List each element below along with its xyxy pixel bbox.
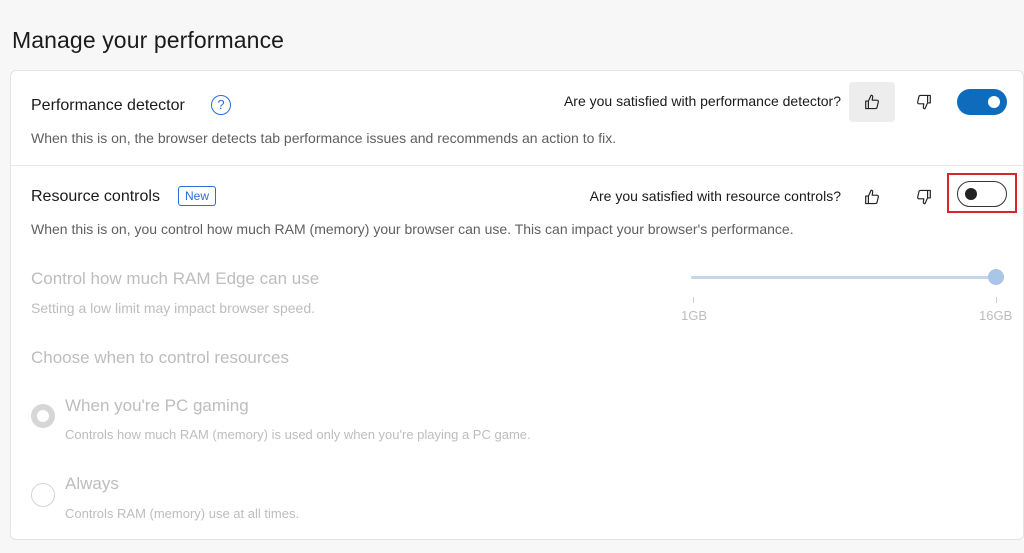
slider-tick-min — [693, 297, 694, 303]
when-control-title: Choose when to control resources — [31, 348, 289, 367]
performance-detector-description: When this is on, the browser detects tab… — [31, 130, 617, 146]
resource-controls-feedback-question: Are you satisfied with resource controls… — [589, 188, 841, 204]
radio-pc-gaming[interactable] — [31, 404, 55, 428]
row-divider — [11, 165, 1023, 166]
performance-detector-feedback-question: Are you satisfied with performance detec… — [563, 93, 841, 109]
radio-always-description: Controls RAM (memory) use at all times. — [65, 506, 300, 521]
thumbs-up-icon — [865, 189, 879, 205]
resource-controls-description: When this is on, you control how much RA… — [31, 221, 794, 237]
thumbs-down-icon — [917, 189, 931, 205]
resource-controls-thumbs-up-button[interactable] — [849, 177, 895, 217]
resource-controls-title: Resource controls — [31, 188, 160, 205]
ram-control-description: Setting a low limit may impact browser s… — [31, 300, 315, 316]
toggle-knob — [965, 188, 977, 200]
performance-detector-title: Performance detector — [31, 97, 185, 114]
radio-pc-gaming-label: When you're PC gaming — [65, 396, 249, 415]
resource-controls-toggle[interactable] — [957, 181, 1007, 207]
radio-always[interactable] — [31, 483, 55, 507]
performance-detector-thumbs-down-button[interactable] — [901, 82, 947, 122]
resource-controls-thumbs-down-button[interactable] — [901, 177, 947, 217]
radio-pc-gaming-description: Controls how much RAM (memory) is used o… — [65, 427, 531, 442]
thumbs-up-icon — [865, 94, 879, 110]
ram-control-title: Control how much RAM Edge can use — [31, 269, 320, 288]
performance-card: Performance detector ? When this is on, … — [10, 70, 1024, 540]
slider-max-label: 16GB — [979, 308, 1013, 323]
radio-always-label: Always — [65, 474, 119, 493]
toggle-knob — [988, 96, 1000, 108]
thumbs-down-icon — [917, 94, 931, 110]
slider-min-label: 1GB — [681, 308, 708, 323]
performance-detector-toggle[interactable] — [957, 89, 1007, 115]
performance-detector-thumbs-up-button[interactable] — [849, 82, 895, 122]
ram-slider-track[interactable] — [691, 276, 996, 279]
help-icon[interactable]: ? — [211, 95, 231, 115]
new-badge: New — [178, 186, 217, 206]
page-title: Manage your performance — [12, 27, 285, 53]
ram-slider-thumb[interactable] — [988, 269, 1004, 285]
slider-tick-max — [996, 297, 997, 303]
